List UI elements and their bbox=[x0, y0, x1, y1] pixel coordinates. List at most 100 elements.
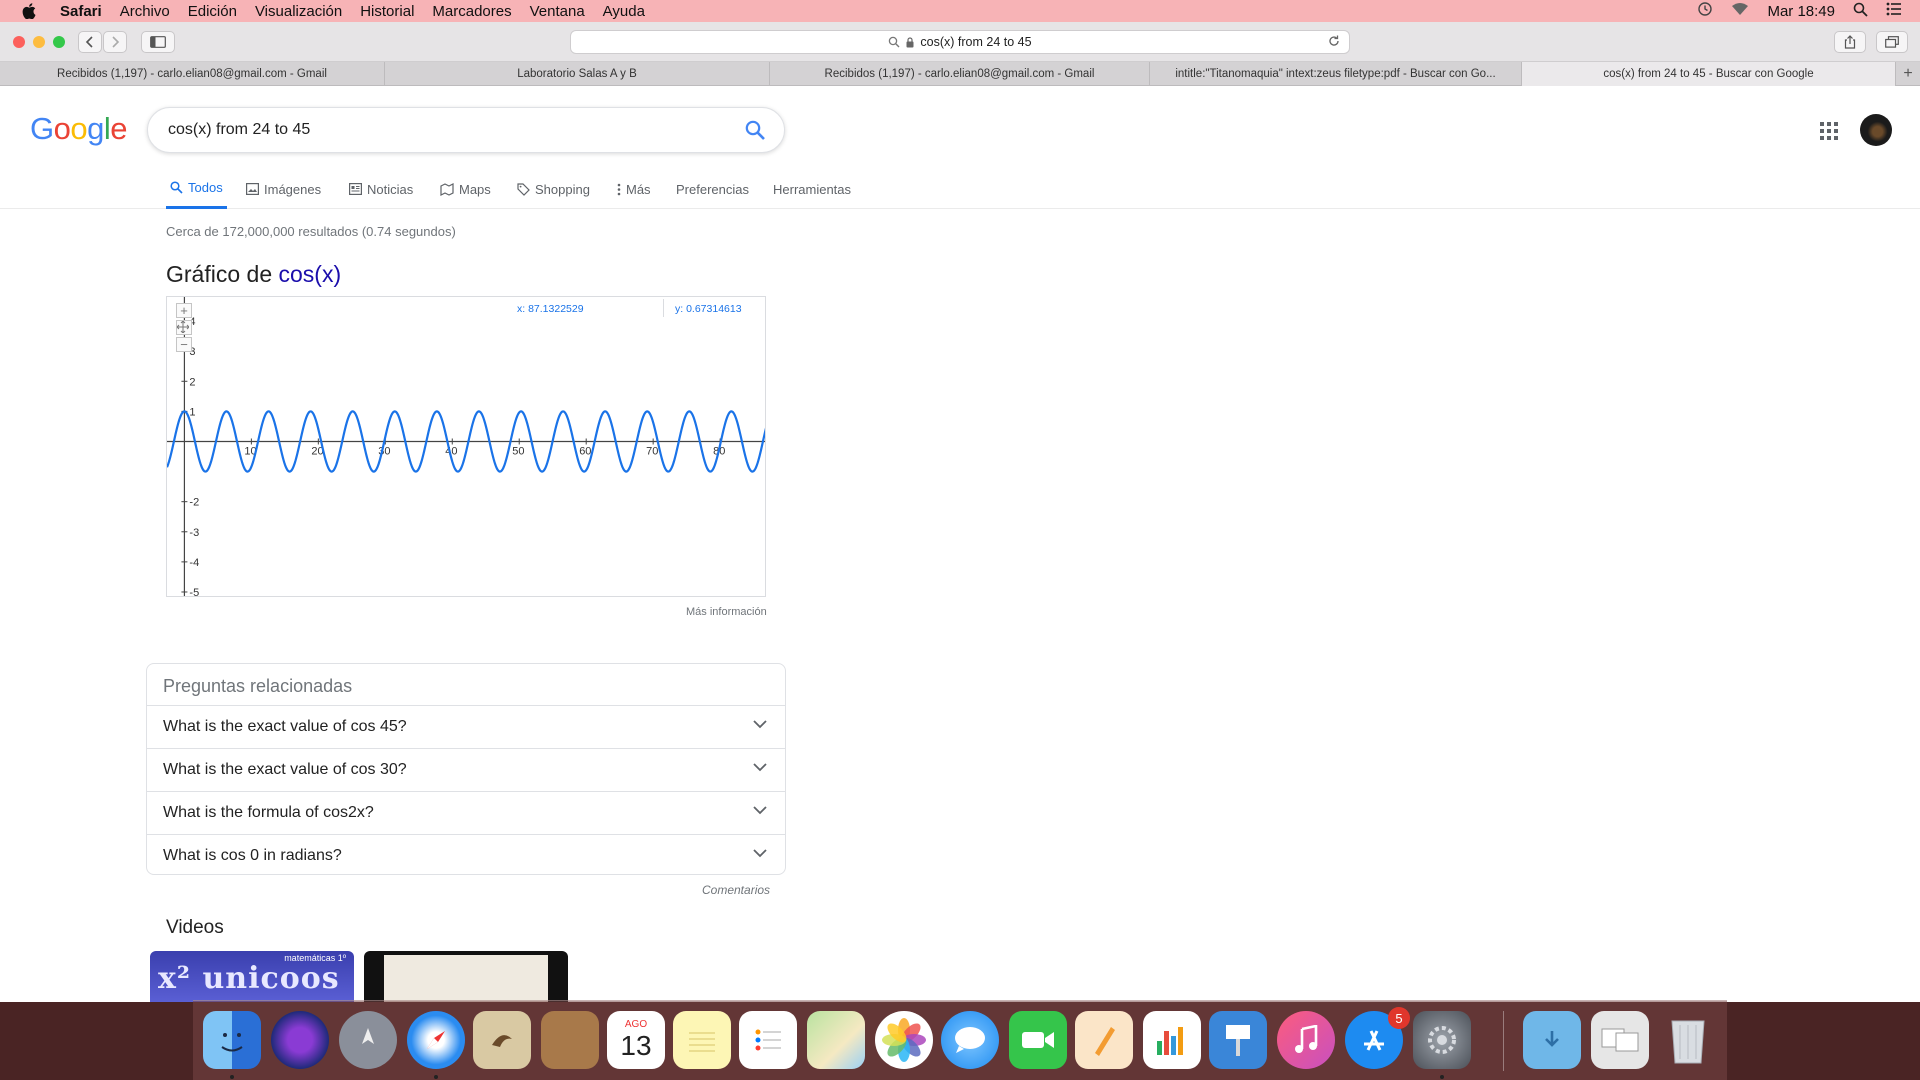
tab-maps[interactable]: Maps bbox=[440, 169, 491, 209]
menu-visualizacion[interactable]: Visualización bbox=[255, 3, 342, 20]
search-query[interactable]: cos(x) from 24 to 45 bbox=[168, 121, 310, 139]
tab-mas[interactable]: Más bbox=[617, 169, 651, 209]
tab-noticias[interactable]: Noticias bbox=[349, 169, 413, 209]
map-icon bbox=[440, 182, 454, 196]
y-tick-label: -3 bbox=[189, 527, 199, 539]
menu-ayuda[interactable]: Ayuda bbox=[603, 3, 645, 20]
graph-zoom-out-button[interactable]: − bbox=[176, 337, 192, 352]
maps-icon[interactable] bbox=[807, 1011, 865, 1069]
account-avatar[interactable] bbox=[1860, 114, 1892, 146]
numbers-icon[interactable] bbox=[1143, 1011, 1201, 1069]
graph-title-prefix: Gráfico de bbox=[166, 261, 279, 287]
browser-tab[interactable]: intitle:"Titanomaquia" intext:zeus filet… bbox=[1150, 62, 1522, 86]
calendar-icon[interactable]: AGO 13 bbox=[607, 1011, 665, 1069]
new-tab-button[interactable]: + bbox=[1896, 62, 1920, 86]
video-thumbnail[interactable]: matemáticas 1º x² unicoos bbox=[150, 951, 354, 1002]
tab-shopping[interactable]: Shopping bbox=[517, 169, 590, 209]
google-logo[interactable]: Google bbox=[30, 111, 128, 147]
tab-herramientas[interactable]: Herramientas bbox=[773, 169, 851, 209]
y-tick-label: -2 bbox=[189, 497, 199, 509]
facetime-icon[interactable] bbox=[1009, 1011, 1067, 1069]
browser-tab[interactable]: Recibidos (1,197) - carlo.elian08@gmail.… bbox=[770, 62, 1150, 86]
tab-preferencias[interactable]: Preferencias bbox=[676, 169, 749, 209]
search-icon bbox=[889, 36, 900, 48]
y-tick-label: -5 bbox=[189, 587, 199, 597]
zoom-window-button[interactable] bbox=[53, 36, 65, 48]
menu-marcadores[interactable]: Marcadores bbox=[432, 3, 511, 20]
tab-todos[interactable]: Todos bbox=[166, 169, 227, 209]
system-preferences-icon[interactable] bbox=[1413, 1011, 1471, 1069]
spotlight-icon[interactable] bbox=[1853, 2, 1868, 21]
notes-icon[interactable] bbox=[673, 1011, 731, 1069]
search-nav-tabs: Todos Imágenes Noticias Maps Shopping Má… bbox=[0, 169, 1920, 209]
photos-icon[interactable] bbox=[875, 1011, 933, 1069]
close-window-button[interactable] bbox=[13, 36, 25, 48]
chevron-down-icon bbox=[753, 849, 767, 858]
calendar-day: 13 bbox=[620, 1030, 652, 1061]
tab-overview-button[interactable] bbox=[1876, 31, 1908, 53]
graph-canvas[interactable]: 10 20 30 40 50 60 70 80-5-4-3-21234 bbox=[167, 297, 766, 597]
videos-heading: Videos bbox=[166, 917, 224, 938]
contacts-icon[interactable] bbox=[541, 1011, 599, 1069]
tab-imagenes[interactable]: Imágenes bbox=[246, 169, 321, 209]
messages-icon[interactable] bbox=[941, 1011, 999, 1069]
finder-icon[interactable] bbox=[203, 1011, 261, 1069]
safari-icon[interactable] bbox=[407, 1011, 465, 1069]
minimize-window-button[interactable] bbox=[33, 36, 45, 48]
notification-center-icon[interactable] bbox=[1886, 2, 1902, 20]
clock[interactable]: Mar 18:49 bbox=[1767, 3, 1835, 20]
more-vert-icon bbox=[617, 183, 621, 195]
browser-tab-active[interactable]: cos(x) from 24 to 45 - Buscar con Google bbox=[1522, 62, 1896, 86]
function-graph[interactable]: 10 20 30 40 50 60 70 80 -5 -4 -3 -2 1 2 3 4 + − x: 87.1… bbox=[166, 296, 766, 597]
menu-app-name[interactable]: Safari bbox=[60, 3, 102, 20]
dock: AGO 13 5 bbox=[193, 1000, 1727, 1080]
tab-label: Shopping bbox=[535, 181, 590, 197]
paa-question[interactable]: What is the exact value of cos 30? bbox=[147, 749, 785, 792]
sidebar-toggle-button[interactable] bbox=[141, 31, 175, 53]
menu-edicion[interactable]: Edición bbox=[188, 3, 237, 20]
google-apps-icon[interactable] bbox=[1820, 122, 1838, 140]
siri-icon[interactable] bbox=[271, 1011, 329, 1069]
menu-archivo[interactable]: Archivo bbox=[120, 3, 170, 20]
paa-question[interactable]: What is cos 0 in radians? bbox=[147, 835, 785, 878]
search-icon[interactable] bbox=[744, 119, 766, 141]
keynote-icon[interactable] bbox=[1209, 1011, 1267, 1069]
image-icon bbox=[246, 183, 259, 195]
coord-divider bbox=[663, 299, 664, 317]
time-machine-icon[interactable] bbox=[1697, 1, 1713, 21]
tab-label: Más bbox=[626, 181, 651, 197]
menu-ventana[interactable]: Ventana bbox=[530, 3, 585, 20]
browser-tab[interactable]: Laboratorio Salas A y B bbox=[385, 62, 770, 86]
itunes-icon[interactable] bbox=[1277, 1011, 1335, 1069]
people-also-ask: Preguntas relacionadas What is the exact… bbox=[146, 663, 786, 875]
x-tick-label: 70 bbox=[646, 445, 658, 457]
back-button[interactable] bbox=[78, 31, 102, 53]
downloads-folder-icon[interactable] bbox=[1523, 1011, 1581, 1069]
share-button[interactable] bbox=[1834, 31, 1866, 53]
graph-pan-button[interactable] bbox=[176, 320, 192, 335]
running-indicator bbox=[230, 1075, 234, 1079]
video-thumbnail[interactable] bbox=[364, 951, 568, 1002]
pages-icon[interactable] bbox=[1075, 1011, 1133, 1069]
trash-icon[interactable] bbox=[1659, 1011, 1717, 1069]
search-box[interactable]: cos(x) from 24 to 45 bbox=[147, 107, 785, 153]
forward-button[interactable] bbox=[103, 31, 127, 53]
running-indicator bbox=[434, 1075, 438, 1079]
address-bar[interactable]: cos(x) from 24 to 45 bbox=[570, 30, 1350, 54]
mail-stamp-icon[interactable] bbox=[473, 1011, 531, 1069]
paa-question[interactable]: What is the formula of cos2x? bbox=[147, 792, 785, 835]
reminders-icon[interactable] bbox=[739, 1011, 797, 1069]
feedback-link[interactable]: Comentarios bbox=[702, 883, 770, 897]
apple-menu-icon[interactable] bbox=[18, 0, 40, 22]
graph-zoom-in-button[interactable]: + bbox=[176, 303, 192, 318]
browser-tab[interactable]: Recibidos (1,197) - carlo.elian08@gmail.… bbox=[0, 62, 385, 86]
wifi-icon[interactable] bbox=[1731, 2, 1749, 20]
graph-title-function-link[interactable]: cos(x) bbox=[279, 261, 342, 287]
reload-icon[interactable] bbox=[1327, 34, 1341, 48]
paa-question[interactable]: What is the exact value of cos 45? bbox=[147, 706, 785, 749]
recent-documents-stack-icon[interactable] bbox=[1591, 1011, 1649, 1069]
paa-question-text: What is cos 0 in radians? bbox=[163, 847, 342, 864]
launchpad-icon[interactable] bbox=[339, 1011, 397, 1069]
menu-historial[interactable]: Historial bbox=[360, 3, 414, 20]
more-info-link[interactable]: Más información bbox=[686, 606, 767, 618]
